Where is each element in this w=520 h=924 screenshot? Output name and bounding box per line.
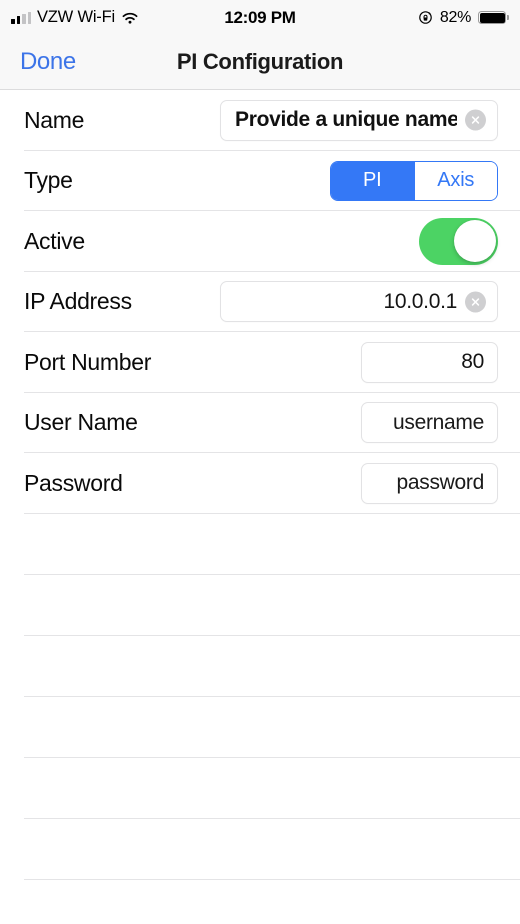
row-active[interactable]: Active bbox=[0, 211, 520, 272]
user-name-input[interactable]: username bbox=[361, 402, 498, 444]
ip-address-clear-icon[interactable] bbox=[465, 291, 486, 313]
ip-address-input[interactable]: 10.0.0.1 bbox=[220, 281, 498, 323]
password-placeholder: password bbox=[396, 471, 484, 495]
battery-icon bbox=[478, 11, 509, 24]
row-port-number[interactable]: Port Number 80 bbox=[0, 332, 520, 393]
label-type: Type bbox=[24, 167, 73, 194]
password-input[interactable]: password bbox=[361, 462, 498, 504]
status-bar-right: 82% bbox=[418, 8, 509, 27]
page-title: PI Configuration bbox=[176, 49, 344, 74]
label-port-number: Port Number bbox=[24, 348, 152, 375]
table-row bbox=[0, 514, 520, 575]
battery-percent-label: 82% bbox=[439, 8, 471, 26]
row-user-name[interactable]: User Name username bbox=[0, 393, 520, 454]
control-active bbox=[419, 217, 498, 265]
table-row bbox=[0, 697, 520, 758]
control-ip-address: 10.0.0.1 bbox=[220, 281, 498, 323]
label-active: Active bbox=[24, 227, 85, 254]
row-ip-address[interactable]: IP Address 10.0.0.1 bbox=[0, 272, 520, 333]
clock-label: 12:09 PM bbox=[224, 7, 296, 27]
table-row bbox=[0, 758, 520, 819]
table-row bbox=[0, 575, 520, 636]
segment-pi[interactable]: PI bbox=[331, 161, 414, 200]
control-user-name: username bbox=[361, 402, 498, 444]
name-clear-icon[interactable] bbox=[465, 109, 486, 131]
done-button[interactable]: Done bbox=[20, 48, 76, 76]
control-name: Provide a unique name bbox=[220, 99, 498, 141]
wifi-icon bbox=[121, 11, 139, 25]
control-type: PI Axis bbox=[330, 160, 498, 201]
table-row bbox=[0, 880, 520, 924]
label-ip-address: IP Address bbox=[24, 288, 132, 315]
row-name[interactable]: Name Provide a unique name bbox=[0, 90, 520, 151]
status-bar: VZW Wi-Fi 12:09 PM 82% bbox=[0, 0, 520, 35]
control-port-number: 80 bbox=[361, 341, 498, 383]
table-row bbox=[0, 636, 520, 697]
control-password: password bbox=[361, 462, 498, 504]
status-bar-left: VZW Wi-Fi bbox=[11, 8, 139, 27]
settings-table: Name Provide a unique name Type PI Axis … bbox=[0, 90, 520, 924]
port-number-input[interactable]: 80 bbox=[361, 341, 498, 383]
name-input-placeholder: Provide a unique name bbox=[235, 108, 457, 132]
name-input[interactable]: Provide a unique name bbox=[220, 99, 498, 141]
ip-address-value: 10.0.0.1 bbox=[383, 289, 458, 313]
row-password[interactable]: Password password bbox=[0, 453, 520, 514]
label-name: Name bbox=[24, 106, 85, 133]
port-number-value: 80 bbox=[461, 350, 484, 374]
carrier-label: VZW Wi-Fi bbox=[37, 8, 115, 26]
label-password: Password bbox=[24, 469, 123, 496]
table-row bbox=[0, 819, 520, 880]
segment-axis[interactable]: Axis bbox=[413, 161, 497, 200]
cellular-signal-icon bbox=[11, 11, 31, 24]
user-name-placeholder: username bbox=[393, 410, 484, 434]
rotation-lock-icon bbox=[418, 10, 433, 25]
type-segmented-control[interactable]: PI Axis bbox=[330, 160, 498, 201]
label-user-name: User Name bbox=[24, 409, 138, 436]
row-type[interactable]: Type PI Axis bbox=[0, 151, 520, 212]
active-toggle-switch[interactable] bbox=[419, 217, 498, 265]
toggle-knob bbox=[453, 220, 496, 263]
navigation-bar: Done PI Configuration bbox=[0, 35, 520, 90]
